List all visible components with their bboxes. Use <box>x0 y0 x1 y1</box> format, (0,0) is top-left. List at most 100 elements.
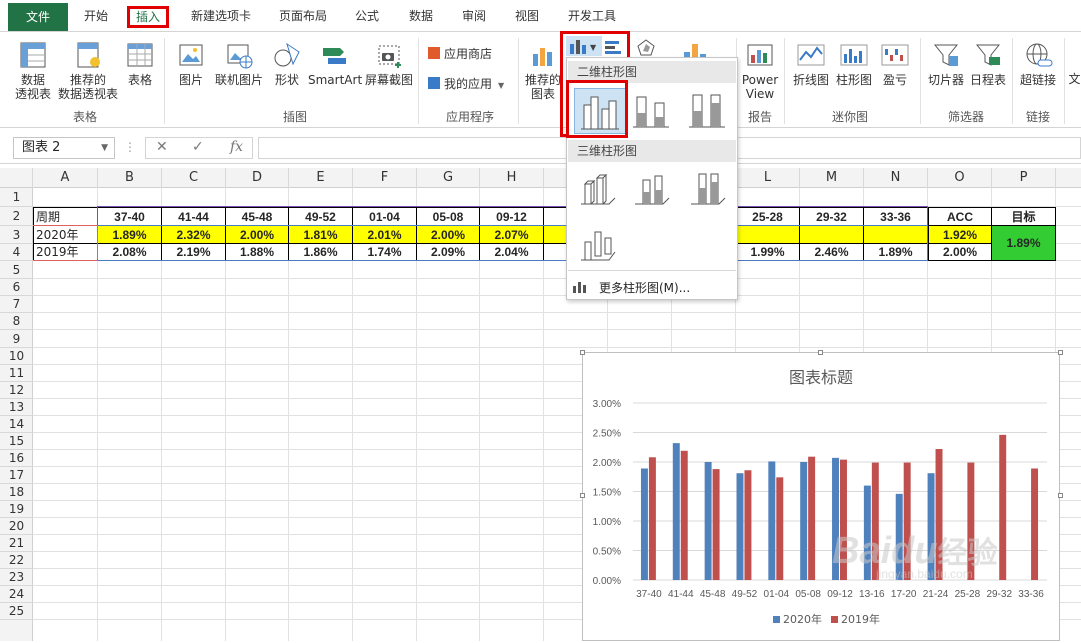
row-header[interactable]: 7 <box>0 296 33 313</box>
picture-button[interactable]: 图片 <box>174 40 208 87</box>
row-header[interactable]: 11 <box>0 365 33 382</box>
resize-handle[interactable] <box>580 350 585 355</box>
tab-page-layout[interactable]: 页面布局 <box>276 5 330 27</box>
recommended-charts-button[interactable]: 推荐的 图表 <box>524 40 562 101</box>
row-header[interactable]: 18 <box>0 484 33 501</box>
value-2020-cell[interactable]: 2.07% <box>480 226 544 244</box>
acc-2019-cell[interactable]: 2.00% <box>928 244 992 261</box>
column-header[interactable]: B <box>98 168 162 188</box>
insert-function-icon[interactable]: fx <box>230 139 243 155</box>
row-header[interactable]: 24 <box>0 586 33 603</box>
3d-percent-stacked-option[interactable] <box>687 170 727 208</box>
resize-handle[interactable] <box>1058 493 1063 498</box>
period-header-cell[interactable]: 49-52 <box>289 207 353 226</box>
row-header[interactable]: 8 <box>0 313 33 330</box>
tab-formulas[interactable]: 公式 <box>351 5 383 27</box>
period-header-cell[interactable]: 33-36 <box>864 207 928 226</box>
value-2020-cell[interactable] <box>736 226 800 244</box>
power-view-button[interactable]: Power View <box>740 40 780 101</box>
row-header[interactable]: 10 <box>0 348 33 365</box>
tab-data[interactable]: 数据 <box>405 5 437 27</box>
tab-new[interactable]: 新建选项卡 <box>186 5 256 27</box>
acc-header-cell[interactable]: ACC <box>928 207 992 226</box>
timeline-button[interactable]: 日程表 <box>968 40 1008 87</box>
period-header-cell[interactable]: 25-28 <box>736 207 800 226</box>
value-2020-cell[interactable]: 2.01% <box>353 226 417 244</box>
period-header-cell[interactable]: 01-04 <box>353 207 417 226</box>
value-2019-cell[interactable]: 1.89% <box>864 244 928 261</box>
row-header[interactable]: 3 <box>0 226 33 244</box>
period-header-cell[interactable]: 45-48 <box>226 207 289 226</box>
column-header[interactable]: M <box>800 168 864 188</box>
sparkline-column-button[interactable]: 柱形图 <box>834 40 874 87</box>
row-header[interactable]: 9 <box>0 330 33 348</box>
target-value-cell[interactable]: 1.89% <box>992 226 1056 261</box>
value-2020-cell[interactable] <box>800 226 864 244</box>
value-2020-cell[interactable]: 2.32% <box>162 226 226 244</box>
3d-column-option[interactable] <box>577 226 617 264</box>
tab-review[interactable]: 审阅 <box>458 5 490 27</box>
column-header[interactable]: C <box>162 168 226 188</box>
value-2019-cell[interactable]: 2.19% <box>162 244 226 261</box>
row-header[interactable]: 20 <box>0 518 33 535</box>
chart-object[interactable]: 图表标题 0.00% 0.50% 1.00% 1.50% 2.00% 2.50% 3.00% 3… <box>582 352 1060 641</box>
3d-stacked-column-option[interactable] <box>631 170 671 208</box>
name-box[interactable]: 图表 2 ▼ <box>13 137 115 159</box>
my-apps-button[interactable]: 我的应用 ▼ <box>428 74 504 94</box>
tab-view[interactable]: 视图 <box>511 5 543 27</box>
row-header[interactable]: 5 <box>0 261 33 279</box>
value-2019-cell[interactable]: 1.99% <box>736 244 800 261</box>
shapes-button[interactable]: 形状 <box>270 40 304 87</box>
column-header[interactable]: A <box>33 168 98 188</box>
row-header[interactable]: 12 <box>0 382 33 399</box>
value-2020-cell[interactable]: 2.00% <box>417 226 480 244</box>
sparkline-winloss-button[interactable]: 盈亏 <box>878 40 912 87</box>
value-2020-cell[interactable]: 2.00% <box>226 226 289 244</box>
row-header[interactable]: 13 <box>0 399 33 416</box>
column-header[interactable]: N <box>864 168 928 188</box>
value-2019-cell[interactable]: 2.09% <box>417 244 480 261</box>
column-chart-button[interactable]: ▼ <box>566 36 602 56</box>
period-header-cell[interactable]: 05-08 <box>417 207 480 226</box>
select-all-corner[interactable] <box>0 168 33 188</box>
row-header[interactable]: 17 <box>0 467 33 484</box>
value-2019-cell[interactable]: 1.86% <box>289 244 353 261</box>
value-2019-cell[interactable]: 2.08% <box>98 244 162 261</box>
row-header[interactable]: 21 <box>0 535 33 552</box>
header-label-cell[interactable]: 周期 <box>33 207 98 226</box>
year-2020-label[interactable]: 2020年 <box>33 226 98 244</box>
row-header[interactable]: 23 <box>0 569 33 586</box>
column-header[interactable]: G <box>417 168 480 188</box>
tab-home[interactable]: 开始 <box>80 5 112 27</box>
column-header[interactable]: O <box>928 168 992 188</box>
stacked-column-option[interactable] <box>631 91 671 129</box>
value-2019-cell[interactable]: 2.46% <box>800 244 864 261</box>
column-header[interactable]: F <box>353 168 417 188</box>
value-2020-cell[interactable]: 1.81% <box>289 226 353 244</box>
resize-handle[interactable] <box>818 350 823 355</box>
column-header[interactable]: H <box>480 168 544 188</box>
value-2019-cell[interactable]: 2.04% <box>480 244 544 261</box>
period-header-cell[interactable]: 09-12 <box>480 207 544 226</box>
value-2019-cell[interactable]: 1.74% <box>353 244 417 261</box>
row-header[interactable]: 15 <box>0 433 33 450</box>
tab-file[interactable]: 文件 <box>8 3 68 31</box>
recommended-pivot-button[interactable]: 推荐的 数据透视表 <box>56 40 120 101</box>
column-header[interactable]: P <box>992 168 1056 188</box>
row-header[interactable]: 6 <box>0 279 33 296</box>
slicer-button[interactable]: 切片器 <box>926 40 966 87</box>
tab-developer[interactable]: 开发工具 <box>564 5 620 27</box>
3d-clustered-column-option[interactable] <box>577 170 617 208</box>
value-2019-cell[interactable]: 1.88% <box>226 244 289 261</box>
target-header-cell[interactable]: 目标 <box>992 207 1056 226</box>
year-2019-label[interactable]: 2019年 <box>33 244 98 261</box>
resize-handle[interactable] <box>1058 350 1063 355</box>
resize-handle[interactable] <box>580 493 585 498</box>
pivot-table-button[interactable]: 数据 透视表 <box>12 40 54 101</box>
hyperlink-button[interactable]: 超链接 <box>1016 40 1060 87</box>
cancel-icon[interactable]: ✕ <box>156 139 168 155</box>
column-header[interactable]: D <box>226 168 289 188</box>
percent-stacked-column-option[interactable] <box>687 91 727 129</box>
row-header[interactable]: 25 <box>0 603 33 620</box>
period-header-cell[interactable]: 29-32 <box>800 207 864 226</box>
